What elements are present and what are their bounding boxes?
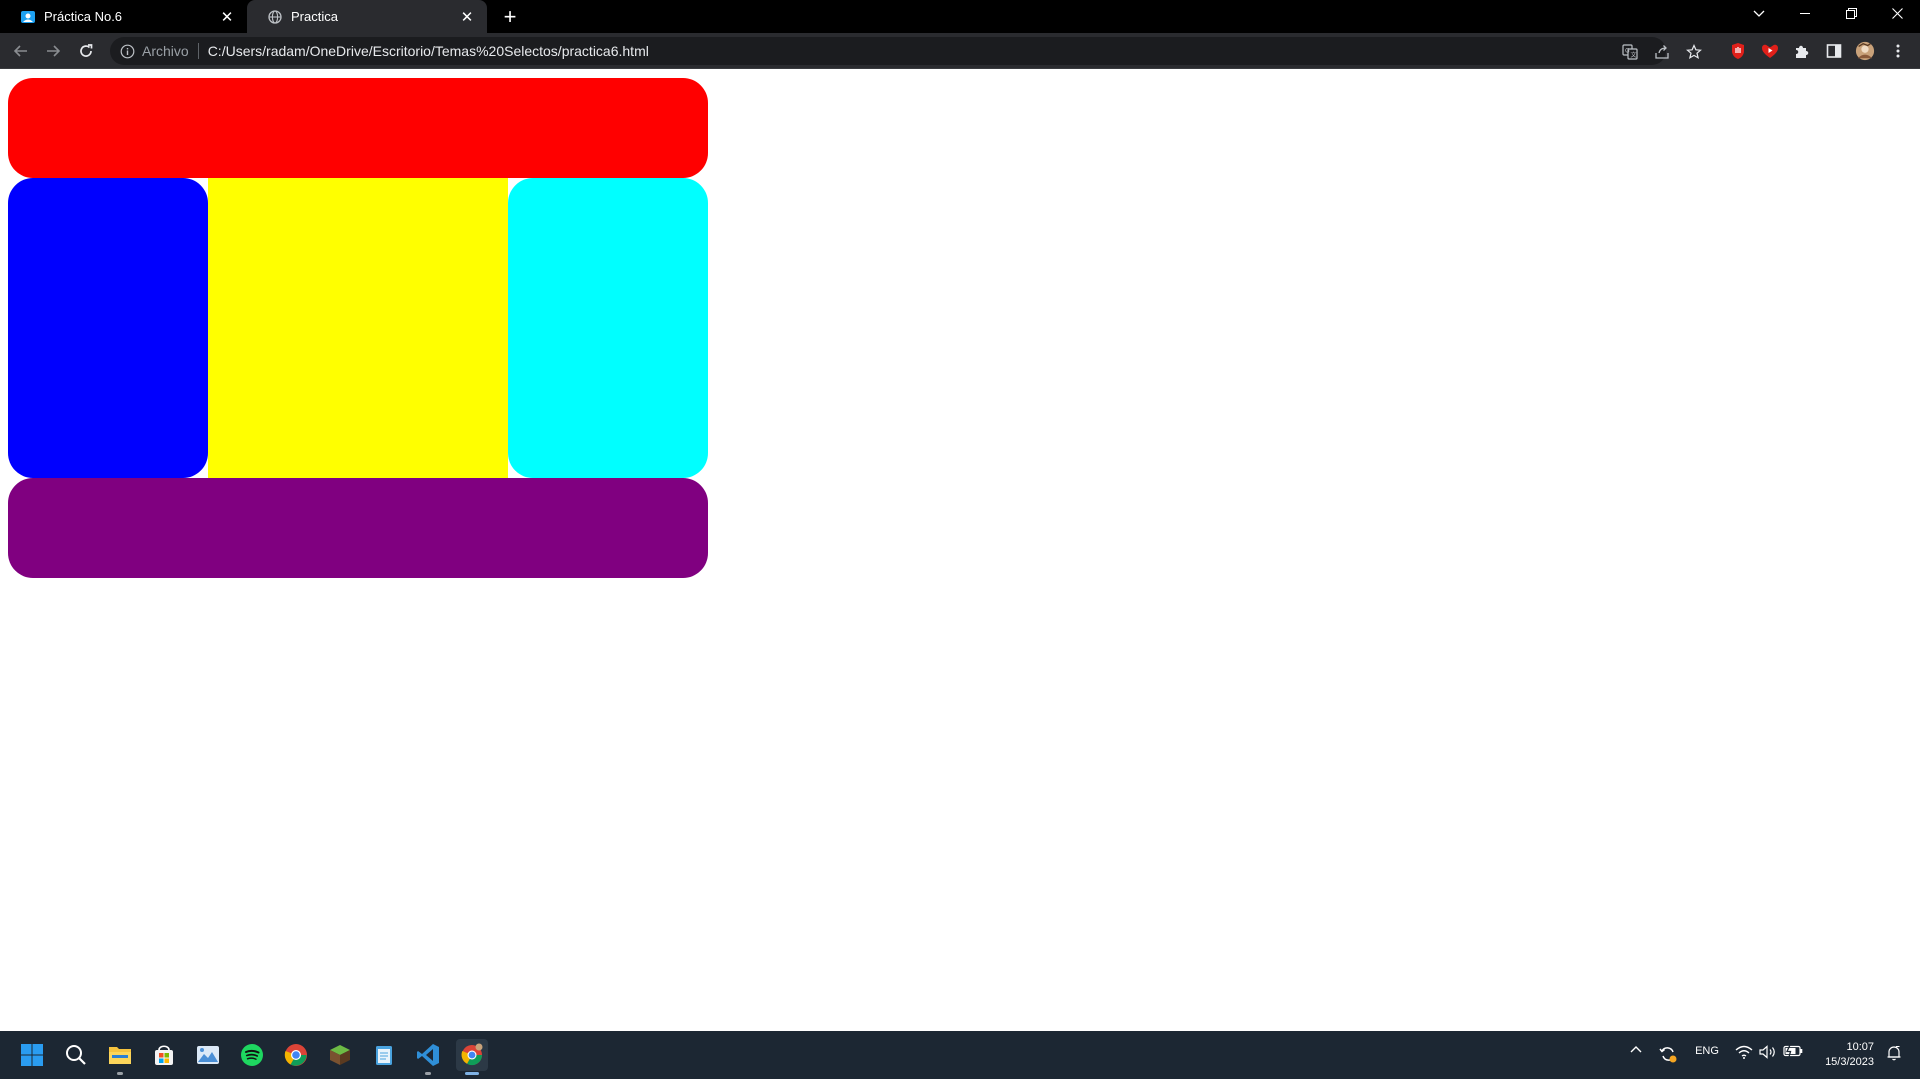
- right-block: [508, 178, 708, 478]
- svg-text:G: G: [1625, 48, 1630, 55]
- left-block: [8, 178, 208, 478]
- language-indicator[interactable]: ENG: [1692, 1045, 1722, 1057]
- extensions-puzzle-icon[interactable]: [1792, 41, 1812, 61]
- center-block: [208, 178, 508, 478]
- close-window-icon[interactable]: [1874, 0, 1920, 27]
- tab-title: Practica: [291, 9, 338, 24]
- tab-practica-no6[interactable]: Práctica No.6 ✕: [0, 0, 247, 33]
- minecraft-icon[interactable]: [324, 1039, 356, 1071]
- clock-time: 10:07: [1846, 1041, 1874, 1053]
- search-icon[interactable]: [60, 1039, 92, 1071]
- tab-strip: Práctica No.6 ✕ Practica ✕ +: [0, 0, 1920, 33]
- tab-practica[interactable]: Practica ✕: [247, 0, 487, 33]
- header-block: [8, 78, 708, 178]
- more-menu-icon[interactable]: [1888, 41, 1908, 61]
- footer-block: [8, 478, 708, 578]
- clock-date: 15/3/2023: [1825, 1056, 1874, 1068]
- url-text[interactable]: C:/Users/radam/OneDrive/Escritorio/Temas…: [208, 43, 649, 59]
- side-panel-icon[interactable]: [1824, 41, 1844, 61]
- image-favicon-icon: [20, 9, 36, 25]
- file-explorer-icon[interactable]: [104, 1039, 136, 1075]
- chrome-icon[interactable]: [280, 1039, 312, 1071]
- share-icon[interactable]: [1652, 42, 1672, 62]
- photos-icon[interactable]: [192, 1039, 224, 1071]
- adblock-extension-icon[interactable]: [1728, 41, 1748, 61]
- vscode-icon[interactable]: [412, 1039, 444, 1075]
- tab-search-chevron-icon[interactable]: [1736, 0, 1782, 27]
- spotify-icon[interactable]: [236, 1039, 268, 1071]
- omnibox-divider: [197, 43, 199, 59]
- close-tab-icon[interactable]: ✕: [217, 7, 237, 27]
- browser-toolbar: Archivo C:/Users/radam/OneDrive/Escritor…: [0, 33, 1920, 69]
- windows-start-icon[interactable]: [16, 1039, 48, 1071]
- back-arrow-icon[interactable]: [7, 37, 35, 65]
- site-info-icon[interactable]: [118, 42, 136, 60]
- chrome-active-window-icon[interactable]: [456, 1039, 488, 1075]
- system-clock[interactable]: 10:07 15/3/2023: [1825, 1040, 1874, 1070]
- bookmark-star-icon[interactable]: [1684, 42, 1704, 62]
- running-indicator: [425, 1072, 431, 1075]
- file-scheme-label: Archivo: [142, 43, 189, 59]
- forward-arrow-icon[interactable]: [39, 37, 67, 65]
- close-tab-icon[interactable]: ✕: [457, 7, 477, 27]
- restore-icon[interactable]: [1828, 0, 1874, 27]
- battery-charging-icon[interactable]: [1782, 1045, 1804, 1057]
- globe-icon: [267, 9, 283, 25]
- show-hidden-icons-chevron-icon[interactable]: [1628, 1045, 1644, 1053]
- notifications-icon[interactable]: [1884, 1045, 1904, 1061]
- notepad-icon[interactable]: [368, 1039, 400, 1071]
- sync-update-icon[interactable]: [1658, 1045, 1678, 1063]
- tab-title: Práctica No.6: [44, 9, 123, 24]
- address-bar[interactable]: Archivo C:/Users/radam/OneDrive/Escritor…: [110, 37, 1702, 65]
- new-tab-button[interactable]: +: [498, 4, 522, 29]
- volume-icon[interactable]: [1758, 1045, 1778, 1059]
- page-viewport: [0, 70, 1920, 1031]
- taskbar: ENG 10:07 15/3/2023: [0, 1031, 1920, 1079]
- reload-icon[interactable]: [72, 37, 100, 65]
- profile-avatar[interactable]: [1855, 41, 1875, 61]
- running-indicator: [117, 1072, 123, 1075]
- translate-icon[interactable]: G文: [1620, 42, 1640, 62]
- wifi-icon[interactable]: [1734, 1045, 1754, 1059]
- minimize-icon[interactable]: [1782, 0, 1828, 27]
- youtube-extension-icon[interactable]: [1760, 41, 1780, 61]
- svg-text:文: 文: [1631, 51, 1637, 59]
- active-window-indicator: [465, 1072, 479, 1075]
- microsoft-store-icon[interactable]: [148, 1039, 180, 1071]
